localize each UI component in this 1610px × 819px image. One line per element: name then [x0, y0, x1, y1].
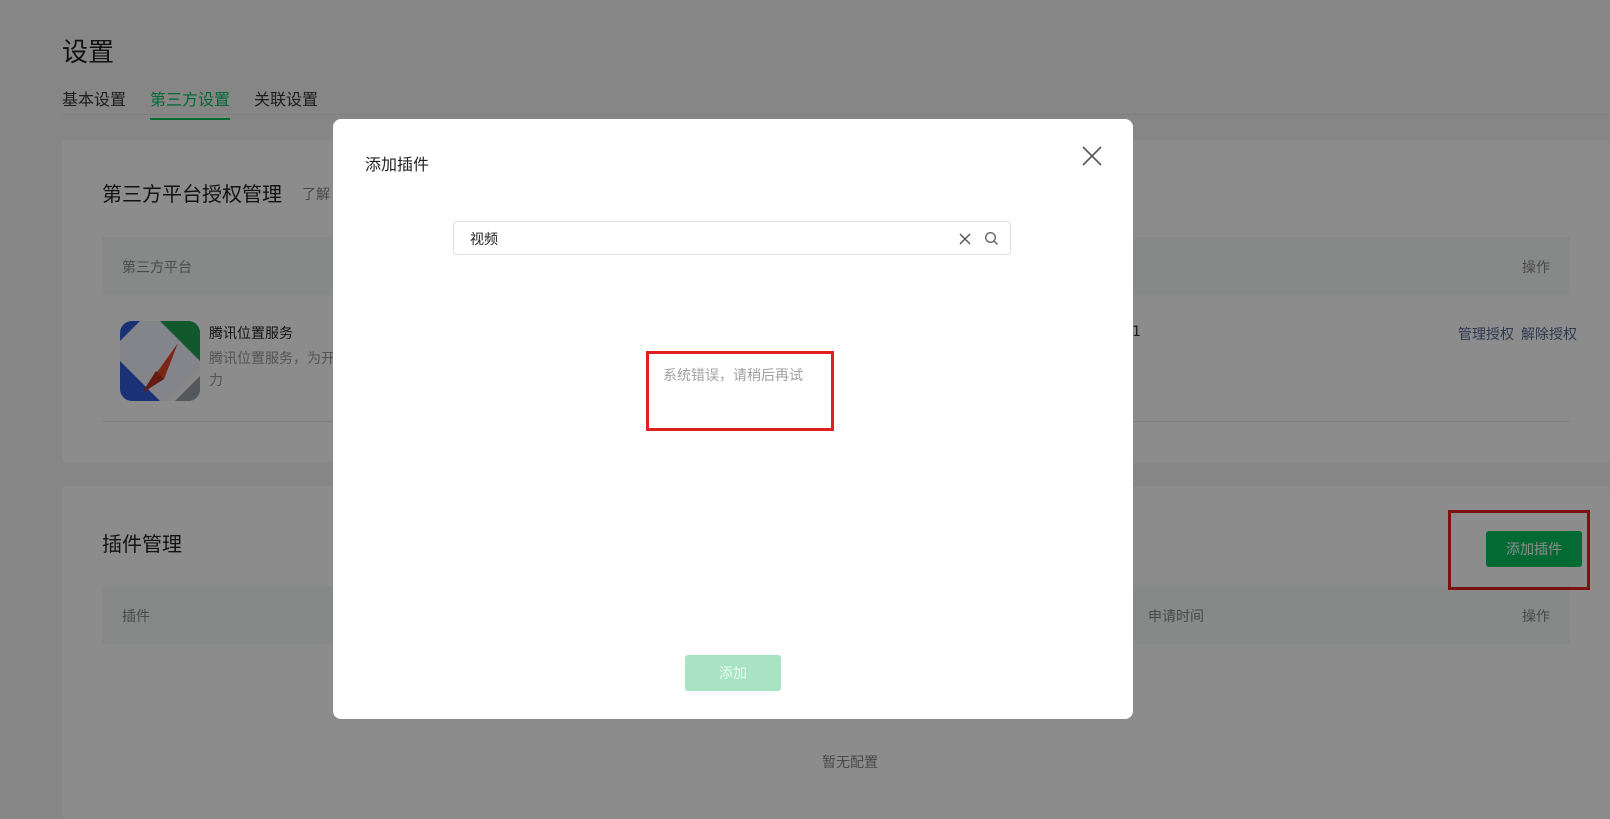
- error-message: 系统错误，请稍后再试: [663, 368, 803, 384]
- dialog-title: 添加插件: [365, 155, 430, 174]
- search-icon[interactable]: [984, 231, 999, 246]
- annotation-box-error: [646, 351, 834, 431]
- plugin-search-input[interactable]: [468, 228, 942, 250]
- add-plugin-dialog: 添加插件 系统错误，请稍后再试 添加: [333, 119, 1133, 719]
- plugin-search-box: [453, 221, 1011, 255]
- clear-icon[interactable]: [958, 231, 972, 245]
- close-icon[interactable]: [1079, 143, 1105, 169]
- dialog-add-button[interactable]: 添加: [685, 655, 781, 691]
